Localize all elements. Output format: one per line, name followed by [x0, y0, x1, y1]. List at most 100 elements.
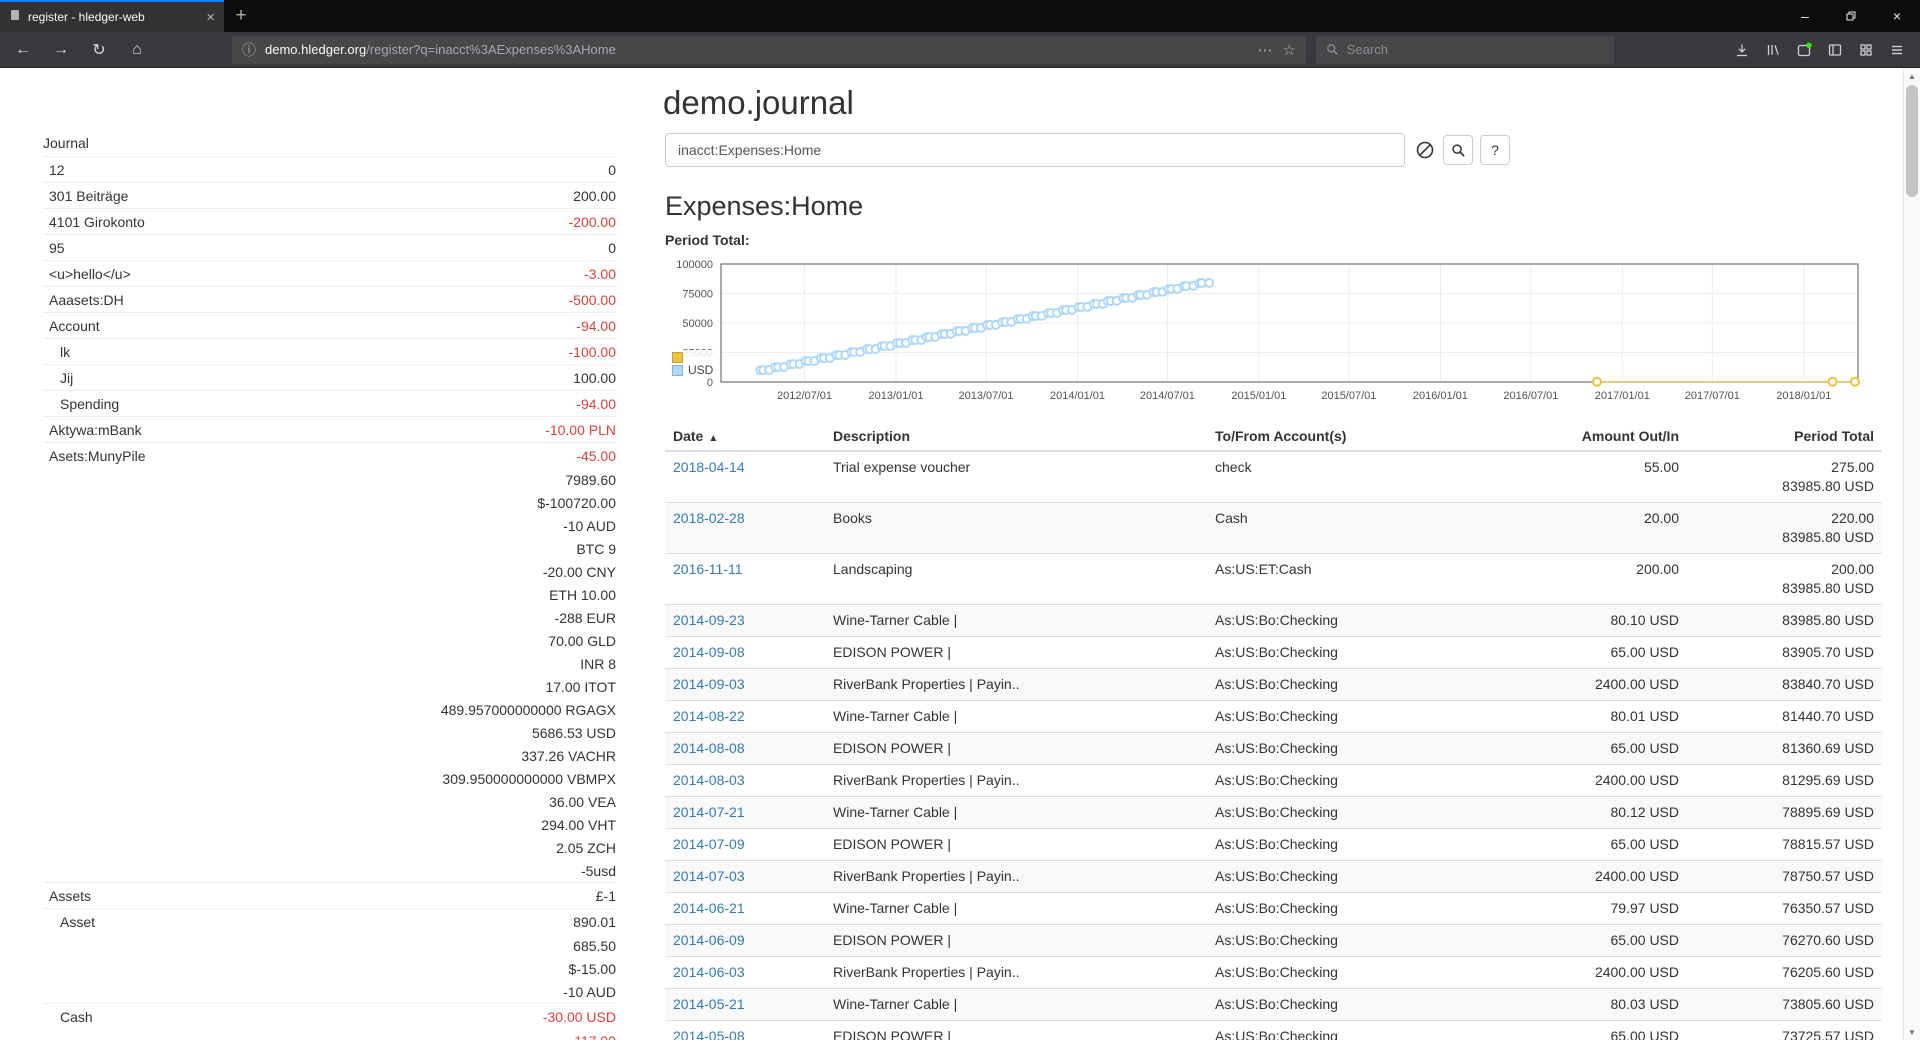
- apps-grid-icon[interactable]: [1858, 42, 1874, 58]
- account-link[interactable]: <u>hello</u>: [43, 266, 131, 282]
- sort-asc-icon: ▲: [708, 433, 718, 444]
- account-link[interactable]: Account: [43, 318, 100, 334]
- page-actions-icon[interactable]: ⋯: [1258, 41, 1273, 59]
- transaction-date-link[interactable]: 2014-09-23: [673, 612, 745, 628]
- transaction-date-link[interactable]: 2014-05-21: [673, 996, 745, 1012]
- scrollbar-thumb[interactable]: [1906, 85, 1918, 197]
- transaction-date-link[interactable]: 2014-09-03: [673, 676, 745, 692]
- account-balance: -20.00 CNY: [543, 564, 616, 580]
- extension-icon[interactable]: [1796, 42, 1812, 58]
- account-cell: check: [1207, 451, 1465, 503]
- account-link[interactable]: 95: [43, 240, 65, 256]
- column-header-date[interactable]: Date▲: [665, 422, 825, 451]
- account-link[interactable]: Assets: [43, 888, 91, 904]
- bookmark-star-icon[interactable]: ☆: [1283, 41, 1296, 59]
- url-bar[interactable]: ⓘ demo.hledger.org/register?q=inacct%3AE…: [232, 36, 1306, 64]
- page-scrollbar[interactable]: ▲ ▼: [1903, 68, 1920, 1040]
- account-link[interactable]: 301 Beiträge: [43, 188, 128, 204]
- sidebar-account-row: <u>hello</u>-3.00: [43, 260, 616, 286]
- account-cell: As:US:Bo:Checking: [1207, 861, 1465, 893]
- account-link[interactable]: Cash: [43, 1009, 93, 1025]
- transaction-date-link[interactable]: 2014-08-03: [673, 772, 745, 788]
- url-text[interactable]: demo.hledger.org/register?q=inacct%3AExp…: [265, 42, 616, 57]
- account-balance: 309.950000000000 VBMPX: [442, 771, 616, 787]
- search-submit-button[interactable]: [1443, 135, 1473, 165]
- account-balance: -200.00: [569, 214, 616, 230]
- library-icon[interactable]: [1765, 42, 1781, 58]
- transaction-date-link[interactable]: 2018-02-28: [673, 510, 745, 526]
- amount-cell: 65.00 USD: [1465, 1021, 1687, 1040]
- toolbar-icons: [1734, 42, 1905, 58]
- account-balance: 5686.53 USD: [532, 725, 616, 741]
- account-balance: 685.50: [573, 938, 616, 954]
- account-link[interactable]: Jij: [43, 370, 73, 386]
- window-close-button[interactable]: ×: [1874, 0, 1920, 32]
- home-button[interactable]: ⌂: [122, 36, 152, 64]
- browser-tab[interactable]: register - hledger-web ×: [0, 0, 224, 32]
- sidebar-balance-row: 489.957000000000 RGAGX: [43, 698, 616, 721]
- description-cell: EDISON POWER |: [825, 925, 1207, 957]
- transaction-date-link[interactable]: 2016-11-11: [673, 561, 743, 577]
- journal-link[interactable]: Journal: [43, 130, 616, 156]
- account-link[interactable]: lk: [43, 344, 70, 360]
- account-link[interactable]: Aktywa:mBank: [43, 422, 142, 438]
- account-link[interactable]: Asets:MunyPile: [43, 448, 145, 464]
- tab-close-icon[interactable]: ×: [206, 9, 215, 26]
- account-link[interactable]: Spending: [43, 396, 119, 412]
- browser-search-bar[interactable]: [1316, 36, 1614, 64]
- search-help-button[interactable]: ?: [1480, 135, 1510, 165]
- legend-swatch: [672, 352, 683, 363]
- transaction-date-link[interactable]: 2014-08-08: [673, 740, 745, 756]
- scroll-down-icon[interactable]: ▼: [1904, 1024, 1920, 1040]
- period-total-cell: 81360.69 USD: [1687, 733, 1882, 765]
- period-total-amount: 76270.60 USD: [1695, 931, 1874, 950]
- transaction-date-link[interactable]: 2014-06-09: [673, 932, 745, 948]
- transaction-date-link[interactable]: 2014-07-09: [673, 836, 745, 852]
- scroll-up-icon[interactable]: ▲: [1904, 68, 1920, 84]
- transaction-date-link[interactable]: 2018-04-14: [673, 459, 745, 475]
- account-cell: As:US:Bo:Checking: [1207, 797, 1465, 829]
- sidebar-toggle-icon[interactable]: [1827, 42, 1843, 58]
- transaction-date-link[interactable]: 2014-09-08: [673, 644, 745, 660]
- transaction-date-link[interactable]: 2014-06-03: [673, 964, 745, 980]
- transaction-date-link[interactable]: 2014-07-21: [673, 804, 745, 820]
- menu-icon[interactable]: [1889, 42, 1905, 58]
- window-restore-button[interactable]: [1828, 0, 1874, 32]
- site-info-icon[interactable]: ⓘ: [242, 40, 256, 60]
- svg-text:0: 0: [707, 377, 713, 389]
- sidebar-account-row: Spending-94.00: [43, 390, 616, 416]
- browser-search-input[interactable]: [1347, 42, 1605, 57]
- url-domain: demo.hledger.org: [265, 42, 366, 57]
- account-balance: -10.00 PLN: [545, 422, 616, 438]
- window-minimize-button[interactable]: –: [1782, 0, 1828, 32]
- account-link[interactable]: 4101 Girokonto: [43, 214, 145, 230]
- svg-text:2015/07/01: 2015/07/01: [1321, 390, 1376, 402]
- transaction-date-link[interactable]: 2014-06-21: [673, 900, 745, 916]
- account-link[interactable]: Asset: [43, 914, 95, 930]
- back-button[interactable]: ←: [8, 36, 38, 64]
- period-total-cell: 78895.69 USD: [1687, 797, 1882, 829]
- sidebar-balance-row: -117.00: [43, 1029, 616, 1040]
- account-link[interactable]: 12: [43, 162, 65, 178]
- reload-button[interactable]: ↻: [84, 36, 114, 64]
- window-restore-icon: [1845, 10, 1857, 22]
- query-input[interactable]: [665, 133, 1405, 167]
- clear-query-icon[interactable]: [1414, 139, 1436, 161]
- register-row: 2018-02-28BooksCash20.00220.0083985.80 U…: [665, 503, 1882, 554]
- description-cell: Wine-Tarner Cable |: [825, 797, 1207, 829]
- account-link[interactable]: Aaasets:DH: [43, 292, 124, 308]
- transaction-date-link[interactable]: 2014-08-22: [673, 708, 745, 724]
- new-tab-button[interactable]: +: [224, 0, 258, 32]
- period-total-cell: 78815.57 USD: [1687, 829, 1882, 861]
- date-cell: 2018-04-14: [665, 451, 825, 503]
- description-cell: RiverBank Properties | Payin..: [825, 669, 1207, 701]
- column-header-account: To/From Account(s): [1207, 422, 1465, 451]
- svg-text:2016/07/01: 2016/07/01: [1503, 390, 1558, 402]
- transaction-date-link[interactable]: 2014-05-08: [673, 1028, 745, 1040]
- description-cell: RiverBank Properties | Payin..: [825, 765, 1207, 797]
- forward-button[interactable]: →: [46, 36, 76, 64]
- date-cell: 2014-08-22: [665, 701, 825, 733]
- download-icon[interactable]: [1734, 42, 1750, 58]
- transaction-date-link[interactable]: 2014-07-03: [673, 868, 745, 884]
- sidebar-account-row: Account-94.00: [43, 312, 616, 338]
